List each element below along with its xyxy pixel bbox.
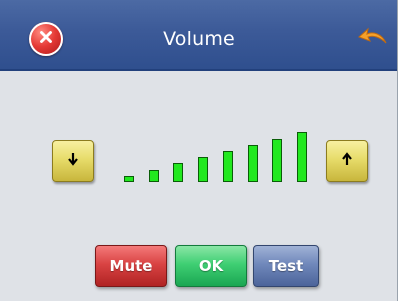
titlebar: Volume	[0, 0, 397, 71]
test-label: Test	[268, 257, 304, 275]
right-margin	[398, 0, 404, 301]
volume-bar-2	[149, 170, 159, 182]
back-arrow-icon	[358, 27, 392, 51]
window-title: Volume	[163, 28, 235, 50]
back-button[interactable]	[356, 26, 394, 52]
ok-button[interactable]: OK	[175, 245, 247, 287]
volume-window: Volume Mute OK Test	[0, 0, 398, 301]
volume-down-button[interactable]	[52, 140, 94, 182]
mute-label: Mute	[109, 257, 153, 275]
volume-bar-7	[272, 139, 282, 182]
arrow-up-icon	[339, 151, 355, 171]
volume-bar-8	[297, 132, 307, 182]
volume-up-button[interactable]	[326, 140, 368, 182]
arrow-down-icon	[65, 151, 81, 171]
volume-bar-3	[173, 163, 183, 182]
volume-bar-6	[248, 145, 258, 182]
mute-button[interactable]: Mute	[95, 245, 167, 287]
ok-label: OK	[198, 257, 224, 275]
test-button[interactable]: Test	[253, 245, 319, 287]
volume-bar-1	[124, 176, 134, 182]
volume-bar-4	[198, 157, 208, 182]
volume-bar-5	[223, 151, 233, 182]
